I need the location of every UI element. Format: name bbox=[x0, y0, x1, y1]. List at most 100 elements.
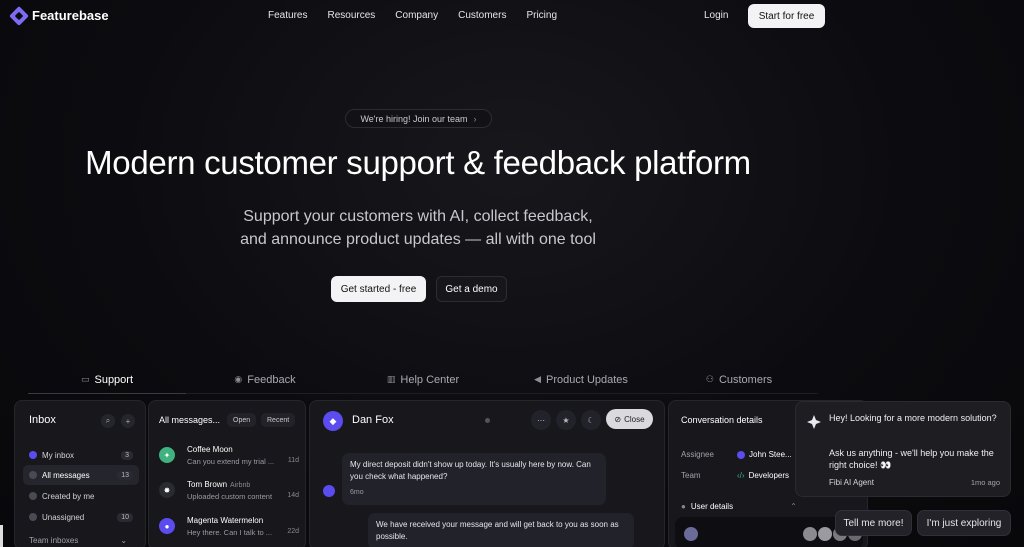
pencil-icon bbox=[29, 492, 37, 500]
tab-help-center[interactable]: ▥ Help Center bbox=[344, 366, 502, 394]
login-link[interactable]: Login bbox=[704, 10, 728, 21]
inbox-icon bbox=[29, 451, 37, 459]
inbox-item-my-inbox[interactable]: My inbox 3 bbox=[23, 445, 139, 465]
filter-recent-chip[interactable]: Recent bbox=[261, 413, 296, 427]
tab-label: Customers bbox=[718, 373, 773, 386]
hero-subtitle-line-1: Support your customers with AI, collect … bbox=[243, 208, 593, 225]
nav-customers[interactable]: Customers bbox=[458, 10, 506, 21]
list-item[interactable]: ● Magenta Watermelon Hey there. Can I ta… bbox=[159, 516, 303, 546]
reply-tell-me-more-button[interactable]: Tell me more! bbox=[835, 510, 912, 536]
chevron-down-icon: ⌄ bbox=[120, 536, 128, 545]
message-preview: Can you extend my trial ... bbox=[187, 457, 275, 466]
brand-logo[interactable]: Featurebase bbox=[9, 5, 109, 26]
code-icon: ‹/› bbox=[737, 471, 745, 480]
user-details-header[interactable]: ● User details ⌃ bbox=[681, 502, 797, 511]
message-time: 6mo bbox=[350, 489, 364, 496]
scroll-edge bbox=[0, 525, 3, 547]
avatar bbox=[323, 485, 335, 497]
nav-resources[interactable]: Resources bbox=[327, 10, 375, 21]
inbox-item-count: 13 bbox=[117, 470, 133, 480]
sender-name: Tom Brown Airbnb bbox=[187, 480, 250, 489]
inbox-item-unassigned[interactable]: Unassigned 10 bbox=[23, 507, 139, 527]
close-conversation-button[interactable]: ⊘ Close bbox=[606, 409, 653, 429]
chat-message-2: Ask us anything - we'll help you make th… bbox=[829, 448, 994, 470]
brand-name: Featurebase bbox=[32, 8, 109, 23]
team-value[interactable]: ‹/› Developers bbox=[737, 471, 789, 480]
chat-time: 1mo ago bbox=[970, 478, 1000, 487]
nav-company[interactable]: Company bbox=[395, 10, 438, 21]
nav-features[interactable]: Features bbox=[268, 10, 307, 21]
tab-label: Feedback bbox=[247, 373, 296, 386]
featurebase-logo-icon bbox=[9, 5, 29, 26]
hero-title: Modern customer support & feedback platf… bbox=[85, 144, 751, 181]
more-options-icon[interactable]: ⋯ bbox=[531, 410, 551, 430]
team-inboxes-label[interactable]: Team inboxes ⌄ bbox=[29, 536, 127, 545]
bulb-icon: ◉ bbox=[234, 374, 243, 384]
inbox-icon: ▭ bbox=[80, 374, 90, 384]
star-icon[interactable]: ★ bbox=[556, 410, 576, 430]
inbox-item-count: 10 bbox=[117, 512, 133, 522]
hiring-badge[interactable]: We're hiring! Join our team › bbox=[345, 109, 492, 128]
get-demo-button[interactable]: Get a demo bbox=[436, 276, 507, 302]
details-title: Conversation details bbox=[681, 415, 763, 425]
main-nav: Features Resources Company Customers Pri… bbox=[268, 10, 557, 21]
snooze-moon-icon[interactable]: ☾ bbox=[581, 410, 601, 430]
message-time: 22d bbox=[287, 528, 299, 535]
users-icon bbox=[29, 471, 37, 479]
start-for-free-button[interactable]: Start for free bbox=[748, 4, 825, 28]
hero-subtitle: Support your customers with AI, collect … bbox=[0, 205, 836, 251]
inbox-item-created-by-me[interactable]: Created by me bbox=[23, 486, 139, 506]
tab-product-updates[interactable]: ◀ Product Updates bbox=[502, 366, 660, 394]
reply-just-exploring-button[interactable]: I'm just exploring bbox=[917, 510, 1011, 536]
product-tabs: ▭ Support ◉ Feedback ▥ Help Center ◀ Product… bbox=[28, 366, 818, 394]
message-time: 11d bbox=[287, 457, 299, 464]
conversation-contact-name: Dan Fox bbox=[352, 414, 394, 426]
megaphone-icon: ◀ bbox=[534, 374, 541, 384]
avatar bbox=[684, 527, 698, 541]
inbox-item-label: All messages bbox=[42, 470, 90, 480]
avatar: ✸ bbox=[159, 482, 175, 498]
assignee-value[interactable]: John Stee... bbox=[737, 450, 792, 459]
nav-pricing[interactable]: Pricing bbox=[526, 10, 557, 21]
tab-label: Help Center bbox=[400, 373, 460, 386]
filter-open-chip[interactable]: Open bbox=[227, 413, 257, 427]
status-dot bbox=[485, 418, 490, 423]
tab-support[interactable]: ▭ Support bbox=[28, 366, 186, 394]
user-details-label: User details bbox=[690, 502, 734, 511]
inbox-item-count: 3 bbox=[121, 450, 133, 460]
incoming-message-text: My direct deposit didn't show up today. … bbox=[350, 460, 591, 481]
sender-name-text: Tom Brown bbox=[187, 480, 228, 489]
outgoing-message: We have received your message and will g… bbox=[368, 513, 634, 547]
list-item[interactable]: ✸ Tom Brown Airbnb Uploaded custom conten… bbox=[159, 480, 303, 510]
user-icon: ● bbox=[681, 502, 686, 511]
message-preview: Uploaded custom content bbox=[187, 492, 273, 501]
inbox-panel: Inbox ⌕ + My inbox 3 All messages 13 Creat… bbox=[14, 400, 146, 547]
sender-company: Airbnb bbox=[230, 482, 251, 489]
list-item[interactable]: ✦ Coffee Moon Can you extend my trial ..… bbox=[159, 445, 303, 475]
inbox-item-all-messages[interactable]: All messages 13 bbox=[23, 465, 139, 485]
check-circle-icon: ⊘ bbox=[614, 414, 622, 424]
avatar: ● bbox=[159, 518, 175, 534]
message-list-title: All messages... bbox=[159, 415, 221, 425]
unassigned-icon bbox=[29, 513, 37, 521]
avatar bbox=[818, 527, 832, 541]
search-icon[interactable]: ⌕ bbox=[101, 414, 115, 428]
get-started-button[interactable]: Get started - free bbox=[331, 276, 426, 302]
avatar bbox=[737, 450, 745, 459]
tab-customers[interactable]: ⚇ Customers bbox=[660, 366, 818, 394]
avatar bbox=[803, 527, 817, 541]
chat-widget: Hey! Looking for a more modern solution?… bbox=[795, 401, 1011, 497]
sender-name: Coffee Moon bbox=[187, 445, 233, 454]
team-name: Developers bbox=[748, 471, 790, 480]
tab-label: Product Updates bbox=[545, 373, 628, 386]
avatar: ✦ bbox=[159, 447, 175, 463]
tab-label: Support bbox=[94, 373, 134, 386]
sender-name: Magenta Watermelon bbox=[187, 516, 264, 525]
inbox-title: Inbox bbox=[29, 414, 56, 426]
add-icon[interactable]: + bbox=[121, 414, 135, 428]
chevron-right-icon: › bbox=[473, 113, 477, 124]
tab-feedback[interactable]: ◉ Feedback bbox=[186, 366, 344, 394]
chat-message-1: Hey! Looking for a more modern solution? bbox=[829, 413, 997, 423]
chat-agent-name: Fibi AI Agent bbox=[829, 478, 874, 487]
close-button-label: Close bbox=[624, 414, 645, 424]
